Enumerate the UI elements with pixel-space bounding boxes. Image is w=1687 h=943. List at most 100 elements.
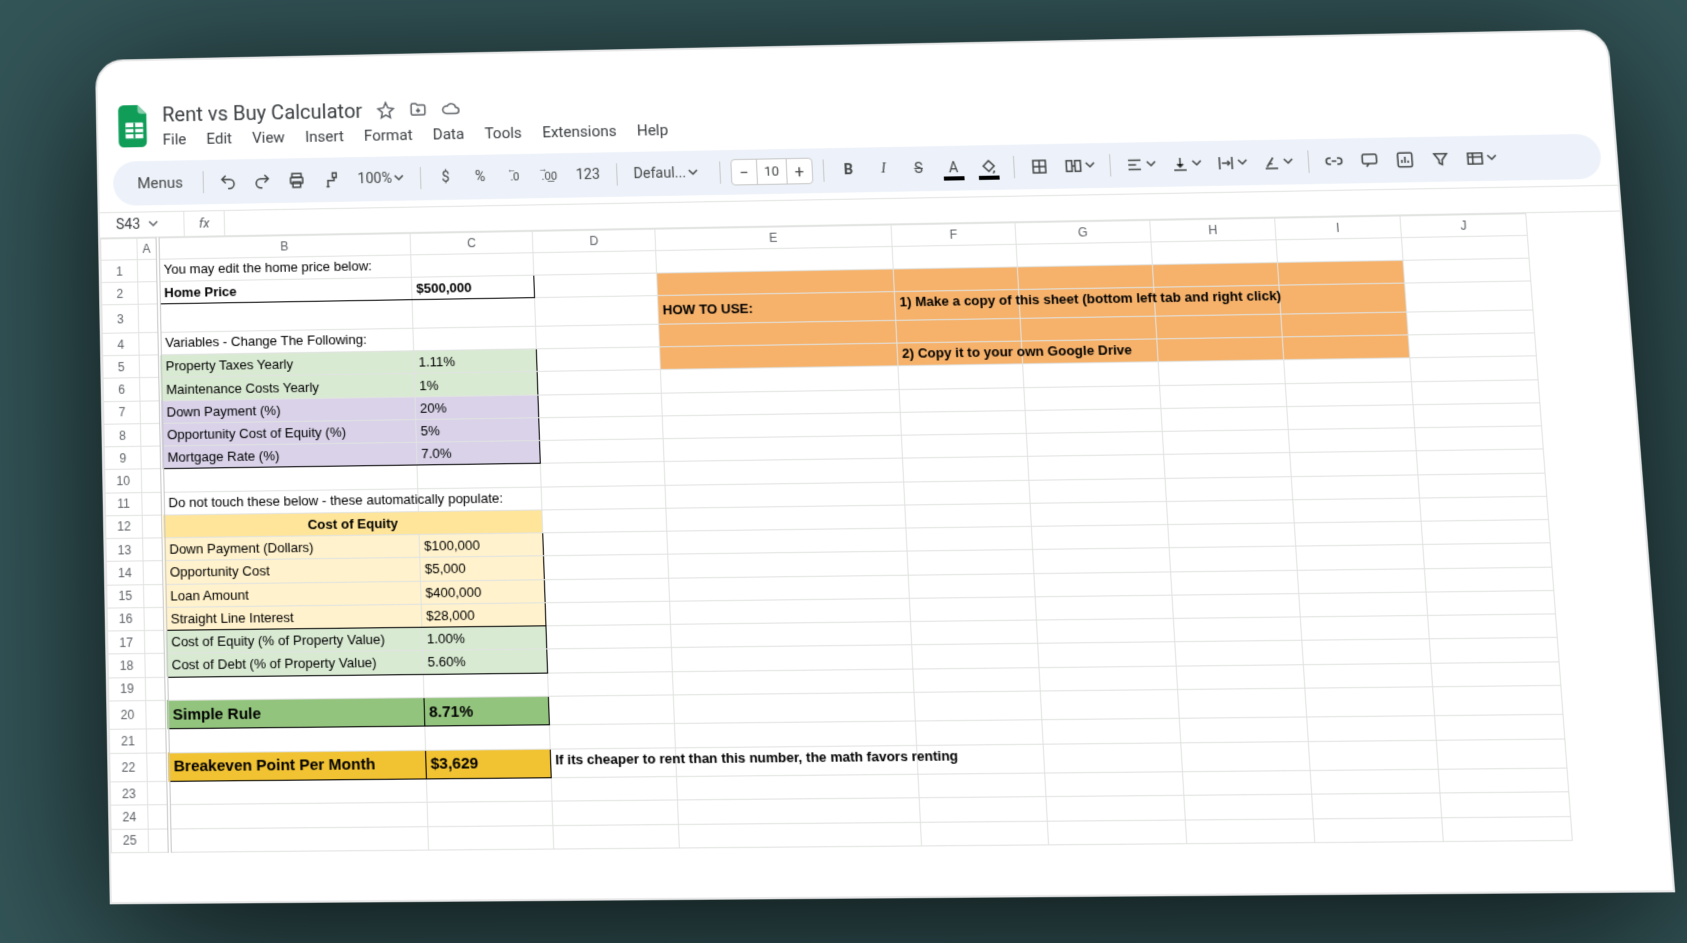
row-header[interactable]: 17	[108, 631, 145, 655]
increase-decimal-button[interactable]: .0̲0→	[535, 161, 565, 190]
cell-C8[interactable]: 5%	[416, 418, 540, 443]
cell-B20[interactable]: Simple Rule	[166, 697, 425, 729]
redo-button[interactable]	[248, 167, 277, 196]
cell-C13[interactable]: $100,000	[419, 533, 543, 558]
cell-F3[interactable]: 1) Make a copy of this sheet (bottom lef…	[894, 290, 1020, 320]
row-header[interactable]: 11	[105, 492, 142, 515]
table-view-button[interactable]	[1460, 144, 1502, 173]
star-icon[interactable]	[376, 101, 395, 119]
spreadsheet-grid[interactable]: A B C D E F G H I J 1 You may edit the h…	[100, 212, 1669, 854]
decrease-decimal-button[interactable]: .0←	[500, 162, 529, 191]
row-header[interactable]: 1	[101, 260, 138, 283]
font-size-value[interactable]: 10	[756, 159, 788, 184]
cell-B17[interactable]: Cost of Equity (% of Property Value)	[165, 627, 423, 653]
cell-D22[interactable]: If its cheaper to rent than this number,…	[550, 747, 676, 777]
insert-chart-button[interactable]	[1389, 145, 1420, 174]
cell-C16[interactable]: $28,000	[421, 603, 546, 628]
format-percent-button[interactable]: %	[466, 163, 495, 192]
cell-B1[interactable]: You may edit the home price below:	[157, 255, 411, 282]
row-header[interactable]: 6	[103, 378, 140, 401]
row-header[interactable]: 8	[104, 424, 141, 447]
more-formats-button[interactable]: 123	[569, 160, 606, 189]
cell-B16[interactable]: Straight Line Interest	[164, 604, 421, 630]
col-header-I[interactable]: I	[1275, 216, 1402, 240]
cell-F5[interactable]: 2) Copy it to your own Google Drive	[897, 341, 1023, 366]
document-title[interactable]: Rent vs Buy Calculator	[162, 99, 363, 127]
cell-C9[interactable]: 7.0%	[416, 441, 540, 466]
row-header[interactable]: 19	[108, 677, 145, 701]
menu-file[interactable]: File	[162, 130, 186, 149]
horizontal-align-button[interactable]	[1120, 150, 1161, 179]
text-wrap-button[interactable]	[1211, 148, 1252, 177]
filter-button[interactable]	[1425, 145, 1456, 174]
menu-data[interactable]: Data	[432, 125, 464, 144]
cell-B4[interactable]: Variables - Change The Following:	[159, 328, 414, 355]
cell-B13[interactable]: Down Payment (Dollars)	[163, 535, 420, 561]
col-header-F[interactable]: F	[891, 223, 1016, 247]
strikethrough-button[interactable]: S	[903, 154, 933, 183]
cell-E3[interactable]: HOW TO USE:	[657, 292, 895, 324]
row-header[interactable]: 23	[110, 782, 147, 806]
row-header[interactable]: 7	[104, 401, 141, 424]
row-header[interactable]: 14	[106, 561, 143, 585]
row-header[interactable]: 20	[109, 700, 146, 729]
cell-C5[interactable]: 1.11%	[414, 349, 538, 374]
row-header[interactable]: 5	[103, 355, 140, 378]
row-header[interactable]: 2	[101, 282, 138, 305]
row-header[interactable]: 10	[105, 469, 142, 492]
row-header[interactable]: 3	[102, 305, 139, 334]
cell-C22[interactable]: $3,629	[426, 749, 552, 779]
borders-button[interactable]	[1024, 152, 1054, 181]
row-header[interactable]: 15	[107, 584, 144, 608]
print-button[interactable]	[282, 166, 311, 195]
menu-tools[interactable]: Tools	[484, 124, 522, 143]
cell-B11[interactable]: Do not touch these below - these automat…	[162, 488, 418, 515]
cell-C15[interactable]: $400,000	[420, 579, 545, 604]
undo-button[interactable]	[214, 167, 243, 196]
fill-color-button[interactable]	[973, 153, 1003, 182]
row-header[interactable]: 18	[108, 654, 145, 678]
bold-button[interactable]: B	[834, 156, 864, 185]
cell-B18[interactable]: Cost of Debt (% of Property Value)	[165, 651, 423, 677]
cell-B15[interactable]: Loan Amount	[164, 581, 421, 607]
menu-format[interactable]: Format	[364, 126, 413, 145]
row-header[interactable]: 13	[106, 538, 143, 562]
row-header[interactable]: 12	[106, 515, 143, 538]
menu-view[interactable]: View	[252, 128, 285, 147]
text-color-button[interactable]: A	[938, 154, 968, 183]
col-header-E[interactable]: E	[655, 225, 892, 251]
cell-C20[interactable]: 8.71%	[424, 696, 549, 726]
row-header[interactable]: 16	[107, 607, 144, 631]
col-header-A[interactable]: A	[137, 238, 158, 260]
font-size-decrease[interactable]: −	[731, 162, 756, 182]
menu-extensions[interactable]: Extensions	[542, 122, 617, 142]
italic-button[interactable]: I	[868, 155, 898, 184]
cell-C7[interactable]: 20%	[415, 395, 539, 420]
zoom-dropdown[interactable]: 100%	[351, 164, 410, 193]
row-header[interactable]: 4	[102, 333, 139, 356]
name-box[interactable]: S43	[100, 212, 185, 238]
paint-format-button[interactable]	[317, 165, 346, 194]
row-header[interactable]: 21	[109, 729, 146, 753]
format-currency-button[interactable]: $	[431, 163, 460, 192]
col-header-C[interactable]: C	[410, 231, 533, 254]
text-rotation-button[interactable]	[1257, 148, 1298, 177]
vertical-align-button[interactable]	[1166, 149, 1207, 178]
cloud-status-icon[interactable]	[441, 100, 460, 118]
col-header-G[interactable]: G	[1015, 220, 1151, 244]
row-header[interactable]: 9	[104, 446, 141, 469]
font-dropdown[interactable]: Defaul...	[627, 159, 710, 189]
select-all-corner[interactable]	[101, 238, 138, 260]
row-header[interactable]: 25	[111, 829, 149, 853]
col-header-D[interactable]: D	[532, 229, 655, 253]
toolbar-search[interactable]: Menus	[123, 173, 193, 192]
col-header-J[interactable]: J	[1400, 214, 1527, 238]
menu-help[interactable]: Help	[636, 121, 668, 140]
row-header[interactable]: 22	[110, 753, 148, 782]
cell-C6[interactable]: 1%	[414, 372, 538, 397]
row-header[interactable]: 24	[111, 805, 149, 829]
font-size-increase[interactable]: +	[787, 161, 812, 181]
merge-cells-button[interactable]	[1059, 151, 1100, 180]
cell-C14[interactable]: $5,000	[420, 556, 545, 581]
cell-B14[interactable]: Opportunity Cost	[163, 558, 420, 584]
